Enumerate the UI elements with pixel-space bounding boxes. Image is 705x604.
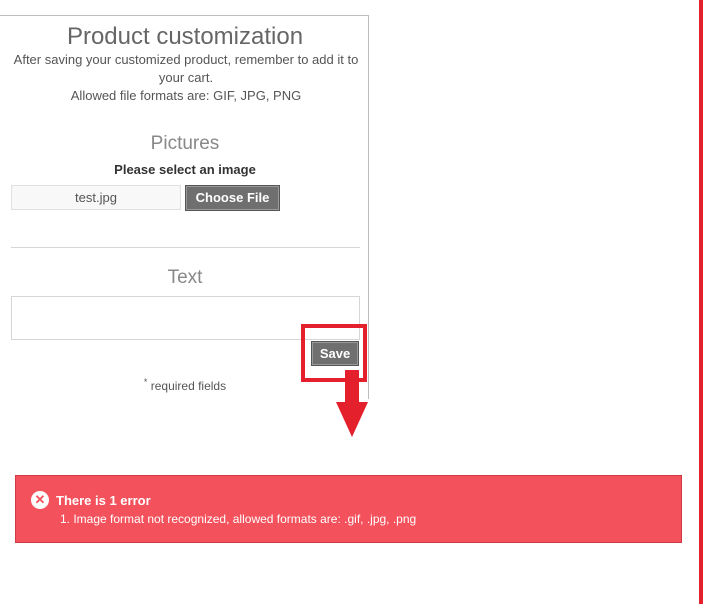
help-text-line: After saving your customized product, re… <box>13 52 359 85</box>
arrow-head <box>336 402 368 437</box>
help-text-formats: Allowed file formats are: GIF, JPG, PNG <box>70 88 302 103</box>
error-item: 1. Image format not recognized, allowed … <box>60 512 417 526</box>
arrow-shaft <box>345 370 359 404</box>
select-image-label: Please select an image <box>114 162 256 177</box>
section-divider <box>11 247 360 248</box>
close-circle-icon: ✕ <box>31 491 49 509</box>
file-name-field[interactable]: test.jpg <box>11 185 181 210</box>
error-alert: ✕ There is 1 error 1. Image format not r… <box>15 475 682 543</box>
text-section-title: Text <box>167 267 203 288</box>
pictures-section-title: Pictures <box>150 133 220 154</box>
required-fields-note: * required fields <box>0 377 370 393</box>
required-fields-label: required fields <box>150 379 227 393</box>
error-title: There is 1 error <box>56 493 151 508</box>
save-button[interactable]: Save <box>311 341 359 366</box>
help-text: After saving your customized product, re… <box>6 51 366 105</box>
annotation-line <box>699 0 703 604</box>
choose-file-button[interactable]: Choose File <box>185 185 280 211</box>
page-title: Product customization <box>66 23 304 50</box>
required-asterisk: * <box>143 377 148 387</box>
